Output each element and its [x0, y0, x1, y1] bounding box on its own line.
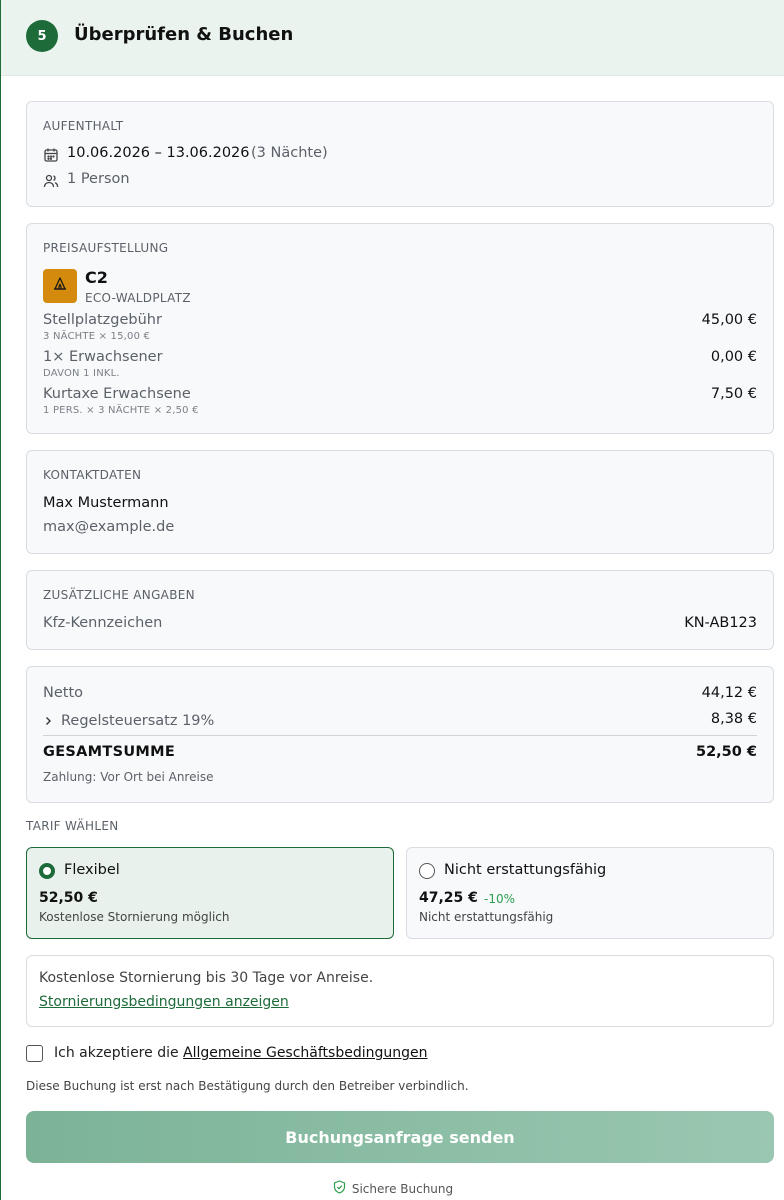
tax-toggle[interactable]: Regelsteuersatz 19%	[43, 711, 214, 730]
tariff-label: TARIF WÄHLEN	[26, 819, 119, 833]
shield-check-icon	[333, 1179, 346, 1198]
tariff-option-flexibel[interactable]: Flexibel 52,50 € Kostenlose Stornierung …	[26, 847, 394, 939]
stay-persons: 1 Person	[67, 171, 130, 187]
net-label: Netto	[43, 685, 84, 701]
tariff-desc: Nicht erstattungsfähig	[419, 910, 554, 924]
cancellation-policy-link[interactable]: Stornierungsbedingungen anzeigen	[39, 994, 289, 1010]
radio-selected-icon[interactable]	[39, 863, 55, 879]
step-header: 5 Überprüfen & Buchen	[1, 0, 784, 76]
plate-label: Kfz-Kennzeichen	[43, 615, 163, 631]
contact-email: max@example.de	[43, 519, 175, 535]
secure-label: Sichere Buchung	[351, 1181, 454, 1196]
site-type: ECO-WALDPLATZ	[85, 291, 191, 305]
site-badge	[43, 269, 77, 303]
pricing-label: PREISAUFSTELLUNG	[43, 241, 169, 255]
step-number-badge: 5	[26, 20, 58, 52]
price-line-name: Stellplatzgebühr	[43, 312, 162, 328]
payment-info: Zahlung: Vor Ort bei Anreise	[43, 770, 214, 784]
total-value: 52,50 €	[695, 744, 757, 760]
tent-icon	[52, 276, 68, 296]
tariff-price: 47,25 €	[419, 890, 478, 906]
price-line-amount: 0,00 €	[710, 349, 757, 365]
terms-checkbox[interactable]	[26, 1045, 43, 1062]
tariff-desc: Kostenlose Stornierung möglich	[39, 910, 230, 924]
contact-label: KONTAKTDATEN	[43, 468, 142, 482]
totals-card: Netto 44,12 € Regelsteuersatz 19% 8,38 €…	[26, 666, 774, 803]
additional-label: ZUSÄTZLICHE ANGABEN	[43, 588, 195, 602]
tariff-name: Flexibel	[64, 862, 120, 878]
price-line-name: 1× Erwachsener	[43, 349, 163, 365]
contact-name: Max Mustermann	[43, 495, 169, 511]
total-label: GESAMTSUMME	[43, 744, 176, 760]
discount-badge: -10%	[484, 892, 516, 906]
price-line-detail: 3 NÄCHTE × 15,00 €	[43, 331, 151, 342]
users-icon	[43, 173, 59, 189]
pricing-card: PREISAUFSTELLUNG C2 ECO-WALDPLATZ Stellp…	[26, 223, 774, 434]
stay-label: AUFENTHALT	[43, 119, 124, 133]
chevron-right-icon	[43, 711, 53, 730]
submit-booking-button[interactable]: Buchungsanfrage senden	[26, 1111, 774, 1163]
binding-notice: Diese Buchung ist erst nach Bestätigung …	[26, 1079, 469, 1093]
stay-nights: (3 Nächte)	[251, 145, 328, 161]
additional-card: ZUSÄTZLICHE ANGABEN Kfz-Kennzeichen KN-A…	[26, 570, 774, 650]
cancellation-card: Kostenlose Stornierung bis 30 Tage vor A…	[26, 955, 774, 1027]
radio-unselected-icon[interactable]	[419, 863, 435, 879]
tariff-name: Nicht erstattungsfähig	[444, 862, 607, 878]
calendar-icon	[43, 147, 59, 163]
secure-booking: Sichere Buchung	[1, 1179, 784, 1198]
tariff-price: 52,50 €	[39, 890, 98, 906]
tax-label: Regelsteuersatz 19%	[61, 712, 215, 729]
totals-divider	[43, 735, 757, 736]
price-line-detail: 1 PERS. × 3 NÄCHTE × 2,50 €	[43, 405, 199, 416]
site-code: C2	[85, 268, 108, 287]
stay-card: AUFENTHALT 10.06.2026 – 13.06.2026 (3 Nä…	[26, 101, 774, 207]
stay-dates: 10.06.2026 – 13.06.2026	[67, 145, 250, 161]
terms-link[interactable]: Allgemeine Geschäftsbedingungen	[183, 1045, 427, 1061]
tax-value: 8,38 €	[710, 711, 757, 727]
contact-card: KONTAKTDATEN Max Mustermann max@example.…	[26, 450, 774, 554]
price-line-detail: DAVON 1 INKL.	[43, 368, 120, 379]
price-line-name: Kurtaxe Erwachsene	[43, 386, 191, 402]
terms-text: Ich akzeptiere die Allgemeine Geschäftsb…	[54, 1045, 428, 1061]
terms-prefix: Ich akzeptiere die	[54, 1045, 179, 1061]
price-line-amount: 7,50 €	[710, 386, 757, 402]
tariff-option-nicht-erstattungsfaehig[interactable]: Nicht erstattungsfähig 47,25 € -10% Nich…	[406, 847, 774, 939]
booking-panel: 5 Überprüfen & Buchen AUFENTHALT 10.06.2…	[0, 0, 784, 1200]
cancellation-text: Kostenlose Stornierung bis 30 Tage vor A…	[39, 970, 374, 986]
price-line-amount: 45,00 €	[701, 312, 757, 328]
plate-value: KN-AB123	[684, 615, 757, 631]
net-value: 44,12 €	[701, 685, 757, 701]
step-title: Überprüfen & Buchen	[74, 24, 294, 45]
